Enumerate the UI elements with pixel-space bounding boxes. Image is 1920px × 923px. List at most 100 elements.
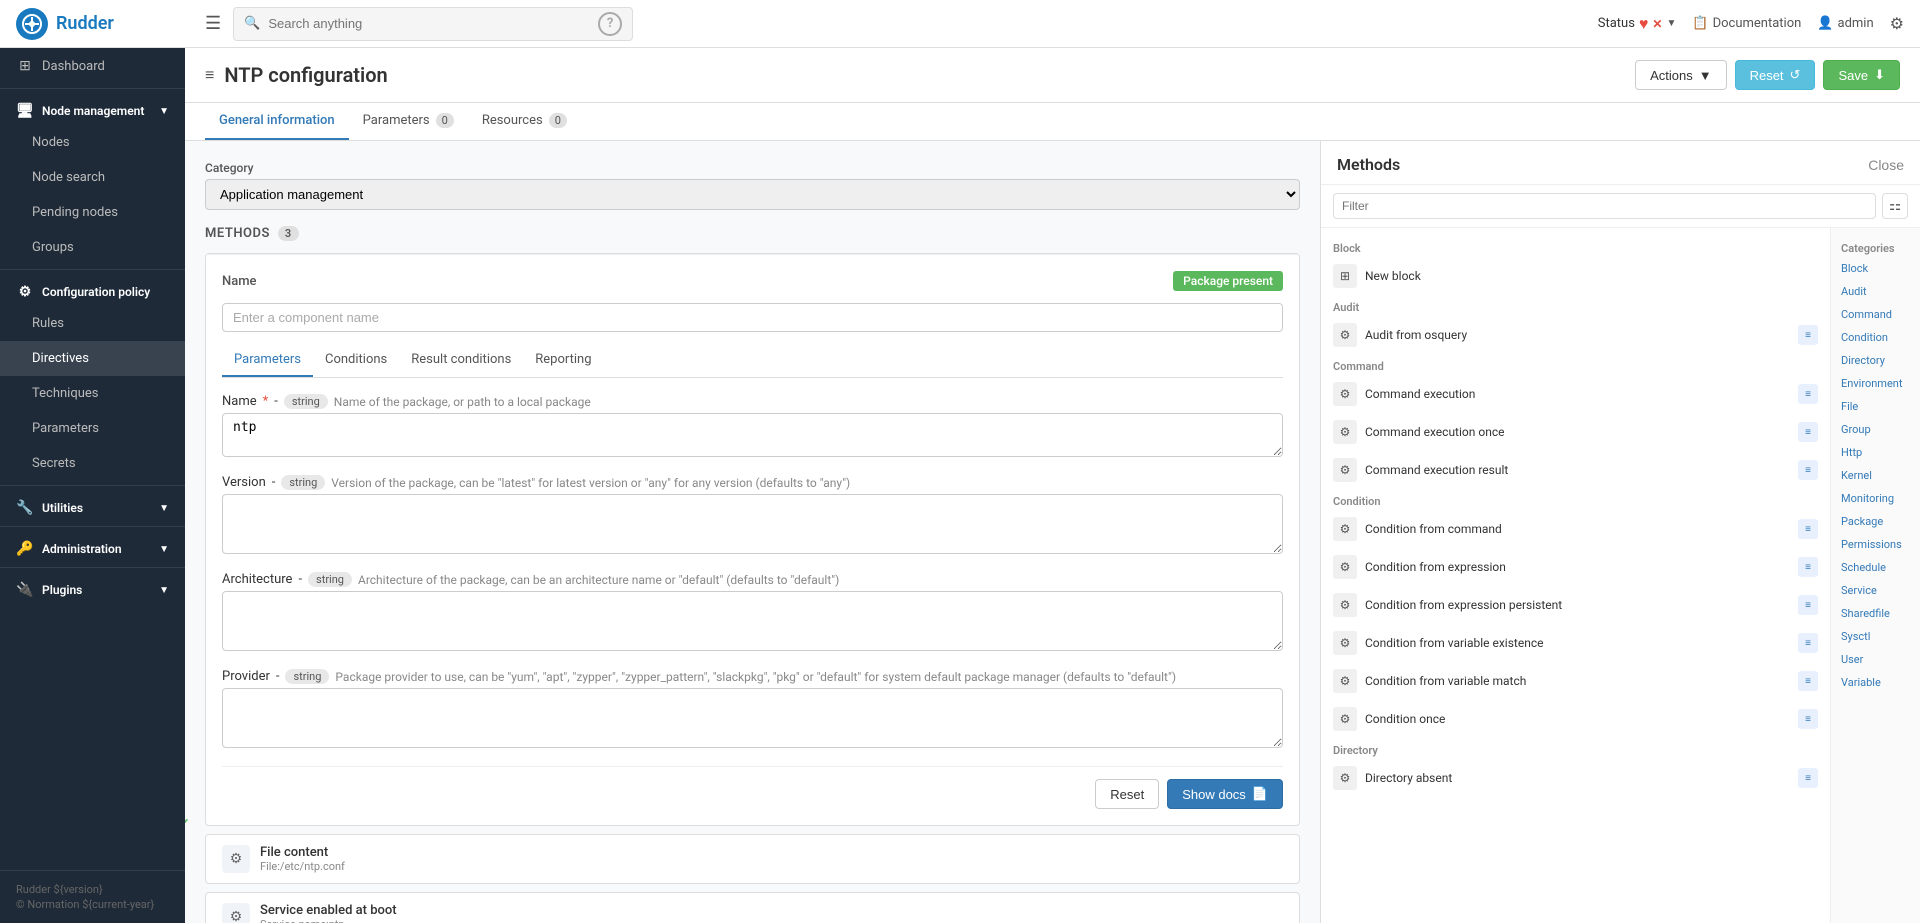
category-kernel[interactable]: Kernel [1831, 464, 1920, 487]
method-doc-button[interactable]: ≡ [1798, 519, 1818, 539]
category-group[interactable]: Group [1831, 418, 1920, 441]
category-directory[interactable]: Directory [1831, 349, 1920, 372]
sidebar-item-plugins[interactable]: 🔌 Plugins ▼ [0, 572, 185, 604]
method-doc-button[interactable]: ≡ [1798, 460, 1818, 480]
methods-filter-input[interactable] [1333, 193, 1876, 219]
method-doc-button[interactable]: ≡ [1798, 422, 1818, 442]
search-input[interactable] [268, 16, 590, 31]
tab-label: Parameters [234, 352, 301, 367]
admin-menu[interactable]: 👤 admin [1817, 16, 1873, 31]
param-architecture-row: Architecture - string Architecture of th… [222, 572, 1283, 655]
method-condition-once[interactable]: ⚙ Condition once ≡ [1321, 700, 1830, 738]
method-doc-button[interactable]: ≡ [1798, 671, 1818, 691]
sidebar-item-dashboard[interactable]: ⊞ Dashboard [0, 48, 185, 84]
method-doc-button[interactable]: ≡ [1798, 557, 1818, 577]
show-docs-button[interactable]: Show docs 📄 [1167, 779, 1283, 809]
method-reset-button[interactable]: Reset [1095, 779, 1159, 809]
method-condition-from-expression-persistent[interactable]: ⚙ Condition from expression persistent ≡ [1321, 586, 1830, 624]
inner-tab-reporting[interactable]: Reporting [523, 344, 603, 377]
method-doc-button[interactable]: ≡ [1798, 768, 1818, 788]
category-block[interactable]: Block [1831, 257, 1920, 280]
documentation-link[interactable]: 📋 Documentation [1692, 16, 1801, 31]
tab-general-information[interactable]: General information [205, 103, 349, 140]
param-arch-textarea[interactable] [222, 591, 1283, 651]
category-sharedfile[interactable]: Sharedfile [1831, 602, 1920, 625]
method-condition-from-expression[interactable]: ⚙ Condition from expression ≡ [1321, 548, 1830, 586]
method-card-file-content-header[interactable]: ⚙ File content File:/etc/ntp.conf [206, 835, 1299, 883]
sidebar-item-utilities[interactable]: 🔧 Utilities ▼ [0, 490, 185, 522]
actions-button[interactable]: Actions ▼ [1635, 60, 1727, 90]
method-doc-button[interactable]: ≡ [1798, 595, 1818, 615]
method-condition-from-variable-match[interactable]: ⚙ Condition from variable match ≡ [1321, 662, 1830, 700]
inner-tab-parameters[interactable]: Parameters [222, 344, 313, 377]
section-directory-label: Directory [1321, 738, 1830, 759]
method-condition-from-command[interactable]: ⚙ Condition from command ≡ [1321, 510, 1830, 548]
sidebar-divider-3 [0, 485, 185, 486]
method-directory-absent[interactable]: ⚙ Directory absent ≡ [1321, 759, 1830, 797]
reset-button[interactable]: Reset ↺ [1735, 60, 1816, 90]
filter-options-button[interactable]: ⚏ [1882, 193, 1908, 219]
method-new-block[interactable]: ⊞ New block [1321, 257, 1830, 295]
category-condition[interactable]: Condition [1831, 326, 1920, 349]
tab-resources[interactable]: Resources 0 [468, 103, 581, 140]
method-card-service-header[interactable]: ⚙ Service enabled at boot Service name:n… [206, 893, 1299, 923]
method-doc-button[interactable]: ≡ [1798, 633, 1818, 653]
sidebar-item-techniques[interactable]: Techniques [0, 376, 185, 411]
sidebar-item-configuration-policy[interactable]: ⚙ Configuration policy [0, 274, 185, 306]
method-command-execution-once[interactable]: ⚙ Command execution once ≡ [1321, 413, 1830, 451]
sidebar-item-pending-nodes[interactable]: Pending nodes [0, 195, 185, 230]
method-condition-from-variable-existence[interactable]: ⚙ Condition from variable existence ≡ [1321, 624, 1830, 662]
sidebar-item-node-search[interactable]: Node search [0, 160, 185, 195]
param-version-textarea[interactable] [222, 494, 1283, 554]
param-name-textarea[interactable]: ntp [222, 413, 1283, 457]
tab-label: Reporting [535, 352, 591, 367]
category-environment[interactable]: Environment [1831, 372, 1920, 395]
method-audit-osquery[interactable]: ⚙ Audit from osquery ≡ [1321, 316, 1830, 354]
category-variable[interactable]: Variable [1831, 671, 1920, 694]
category-user[interactable]: User [1831, 648, 1920, 671]
category-file[interactable]: File [1831, 395, 1920, 418]
category-permissions[interactable]: Permissions [1831, 533, 1920, 556]
category-select[interactable]: Application management [205, 179, 1300, 210]
methods-panel-close-button[interactable]: Close [1868, 157, 1904, 173]
settings-icon[interactable]: ⚙ [1890, 14, 1904, 33]
tab-parameters[interactable]: Parameters 0 [349, 103, 468, 140]
method-doc-button[interactable]: ≡ [1798, 709, 1818, 729]
administration-chevron-icon: ▼ [159, 544, 169, 555]
status-chevron-icon: ▼ [1666, 18, 1676, 29]
sidebar-item-secrets[interactable]: Secrets [0, 446, 185, 481]
save-button[interactable]: Save ⬇ [1823, 60, 1900, 90]
param-type-badge: string [284, 394, 328, 409]
method-command-execution[interactable]: ⚙ Command execution ≡ [1321, 375, 1830, 413]
menu-toggle-button[interactable]: ☰ [205, 13, 221, 34]
category-monitoring[interactable]: Monitoring [1831, 487, 1920, 510]
status-area[interactable]: Status ♥ ✕ ▼ [1598, 14, 1677, 34]
method-command-execution-result[interactable]: ⚙ Command execution result ≡ [1321, 451, 1830, 489]
sidebar-item-nodes[interactable]: Nodes [0, 125, 185, 160]
sidebar-item-node-management[interactable]: 🖥 Node management ▼ [0, 93, 185, 125]
sidebar-item-rules[interactable]: Rules [0, 306, 185, 341]
inner-tab-result-conditions[interactable]: Result conditions [399, 344, 523, 377]
inner-tab-conditions[interactable]: Conditions [313, 344, 399, 377]
param-provider-row: Provider - string Package provider to us… [222, 669, 1283, 752]
param-provider-textarea[interactable] [222, 688, 1283, 748]
component-name-input[interactable] [222, 303, 1283, 332]
sidebar-item-directives[interactable]: Directives [0, 341, 185, 376]
category-http[interactable]: Http [1831, 441, 1920, 464]
category-audit[interactable]: Audit [1831, 280, 1920, 303]
tab-label: Parameters [363, 113, 430, 128]
category-schedule[interactable]: Schedule [1831, 556, 1920, 579]
category-sysctl[interactable]: Sysctl [1831, 625, 1920, 648]
help-icon[interactable]: ? [598, 12, 622, 36]
breadcrumb-icon[interactable]: ≡ [205, 65, 214, 85]
method-name-row: Name Package present [222, 271, 1283, 291]
sidebar-item-administration[interactable]: 🔑 Administration ▼ [0, 531, 185, 563]
sidebar-item-parameters[interactable]: Parameters [0, 411, 185, 446]
category-command[interactable]: Command [1831, 303, 1920, 326]
method-doc-button[interactable]: ≡ [1798, 384, 1818, 404]
category-package[interactable]: Package [1831, 510, 1920, 533]
category-service[interactable]: Service [1831, 579, 1920, 602]
sidebar-item-groups[interactable]: Groups [0, 230, 185, 265]
method-doc-button[interactable]: ≡ [1798, 325, 1818, 345]
status-label: Status [1598, 16, 1635, 31]
